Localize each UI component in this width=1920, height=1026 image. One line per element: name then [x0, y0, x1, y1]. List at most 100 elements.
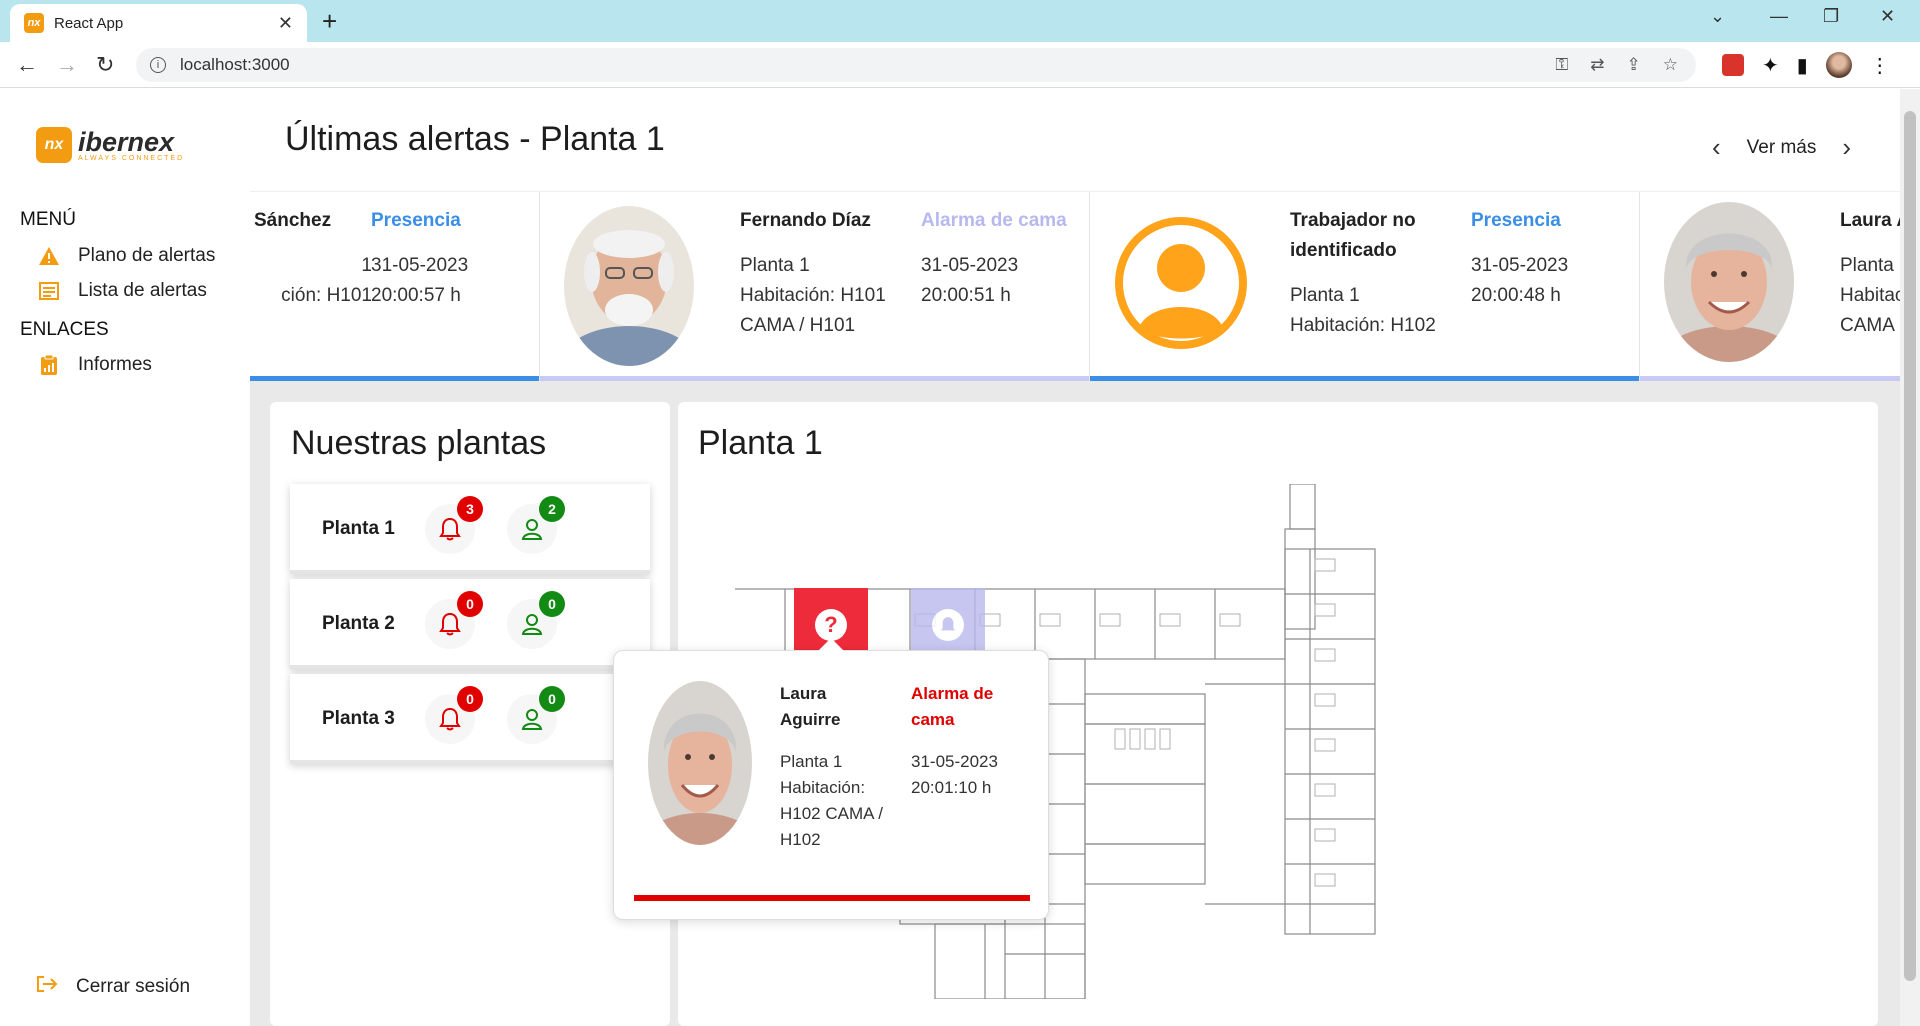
logo-word: ibernex: [78, 126, 175, 157]
key-icon[interactable]: ⚿: [1555, 55, 1568, 75]
floor-card-planta-3[interactable]: Planta 3 0 0: [290, 674, 650, 764]
alert-info: Planta 1 Habitación: H102: [1290, 285, 1436, 336]
alert-type: Presencia: [371, 210, 461, 231]
sidebar: nx ibernex ALWAYS CONNECTED MENÚ Plano d…: [0, 89, 250, 1026]
alert-info: Planta Habitac CAMA: [1840, 255, 1900, 336]
unknown-person-icon: [1114, 216, 1248, 350]
sidebar-item-label: Plano de alertas: [78, 245, 216, 266]
logout-icon: [36, 975, 58, 999]
floor-plan-title: Planta 1: [698, 424, 823, 462]
floor-name: Planta 2: [322, 613, 395, 634]
alert-count-badge: 0: [457, 686, 483, 712]
bell-icon: [932, 609, 964, 641]
popup-datetime: 31-05-2023 20:01:10 h: [911, 752, 998, 797]
people-count-badge: 0: [539, 686, 565, 712]
page-title: Últimas alertas - Planta 1: [285, 120, 665, 158]
chevron-left-icon[interactable]: ‹: [1712, 132, 1721, 163]
sidebar-item-plano-de-alertas[interactable]: Plano de alertas: [38, 245, 215, 267]
alert-datetime: 31-05-2023 20:00:51 h: [921, 255, 1019, 306]
floor-alerts-button[interactable]: 0: [425, 591, 483, 649]
logout-label: Cerrar sesión: [76, 976, 191, 997]
logo-tagline: ALWAYS CONNECTED: [78, 154, 185, 162]
bell-icon: [439, 612, 461, 636]
people-count-badge: 2: [539, 496, 565, 522]
report-icon: [38, 354, 60, 376]
page-scrollbar[interactable]: [1900, 89, 1920, 1026]
alert-card[interactable]: Sánchez Presencia 1 ción: H101 31-05-202…: [250, 192, 540, 381]
bell-icon: [439, 707, 461, 731]
floor-name: Planta 3: [322, 708, 395, 729]
alert-popup[interactable]: Laura Aguirre Alarma de cama Planta 1 Ha…: [613, 650, 1049, 920]
floor-name: Planta 1: [322, 518, 395, 539]
floor-card-planta-1[interactable]: Planta 1 3 2: [290, 484, 650, 574]
reload-icon[interactable]: ↻: [96, 52, 114, 78]
alert-person-name: Laura A: [1840, 210, 1900, 231]
chevron-right-icon[interactable]: ›: [1842, 132, 1851, 163]
person-icon: [521, 614, 543, 635]
browser-tab[interactable]: nx React App ✕: [10, 4, 307, 42]
popup-pointer: [818, 638, 844, 651]
alert-datetime: 31-05-2023 20:00:48 h: [1471, 255, 1569, 306]
logo-mark-icon: nx: [36, 127, 72, 163]
close-tab-icon[interactable]: ✕: [278, 13, 293, 34]
tab-title: React App: [54, 14, 124, 32]
alert-card[interactable]: Trabajador no identificado Presencia Pla…: [1090, 192, 1640, 381]
alert-type: Presencia: [1471, 210, 1561, 231]
sidebar-item-informes[interactable]: Informes: [38, 354, 152, 376]
forward-icon[interactable]: →: [56, 52, 78, 78]
person-icon: [521, 519, 543, 540]
popup-status-bar: [634, 895, 1030, 901]
alert-card[interactable]: Laura A Planta Habitac CAMA: [1640, 192, 1900, 381]
elderly-man-avatar: [564, 206, 694, 366]
alert-datetime: 31-05-2023 20:00:57 h: [371, 255, 469, 306]
extensions-area: ✦ ▮ ⋮: [1722, 52, 1890, 78]
floor-people-button[interactable]: 2: [507, 496, 565, 554]
new-tab-icon[interactable]: +: [322, 8, 337, 34]
floors-panel-title: Nuestras plantas: [291, 424, 547, 462]
extension-icon[interactable]: [1722, 54, 1744, 76]
browser-toolbar: ← → ↻ i localhost:3000 ⚿ ⇄ ⇪ ☆: [0, 42, 1920, 88]
popup-person-name: Laura Aguirre: [780, 684, 841, 729]
restore-icon[interactable]: ❐: [1823, 6, 1839, 27]
menu-heading: MENÚ: [20, 209, 76, 230]
site-info-icon[interactable]: i: [150, 57, 166, 73]
tab-search-icon[interactable]: ⌄: [1710, 6, 1725, 27]
alert-count-badge: 0: [457, 591, 483, 617]
floor-alerts-button[interactable]: 3: [425, 496, 483, 554]
see-more-link[interactable]: Ver más: [1747, 137, 1817, 159]
address-bar[interactable]: i localhost:3000 ⚿ ⇄ ⇪ ☆: [136, 48, 1696, 82]
back-icon[interactable]: ←: [16, 52, 38, 78]
logout-button[interactable]: Cerrar sesión: [36, 975, 190, 999]
bookmark-star-icon[interactable]: ☆: [1663, 55, 1678, 75]
sidebar-item-lista-de-alertas[interactable]: Lista de alertas: [38, 280, 207, 302]
alert-card[interactable]: Fernando Díaz Alarma de cama Planta 1 Ha…: [540, 192, 1090, 381]
profile-avatar[interactable]: [1825, 52, 1852, 78]
floor-people-button[interactable]: 0: [507, 686, 565, 744]
scrollbar-thumb[interactable]: [1904, 111, 1916, 981]
sidebar-item-label: Informes: [78, 354, 152, 375]
minimize-icon[interactable]: —: [1770, 6, 1788, 27]
floor-card-planta-2[interactable]: Planta 2 0 0: [290, 579, 650, 669]
elderly-woman-avatar: [1664, 202, 1794, 362]
puzzle-icon[interactable]: ✦: [1762, 53, 1779, 78]
person-icon: [521, 709, 543, 730]
popup-alert-type: Alarma de cama: [911, 684, 994, 729]
ibernex-logo[interactable]: nx ibernex ALWAYS CONNECTED: [36, 127, 184, 163]
list-icon: [38, 280, 60, 302]
alert-count-badge: 3: [457, 496, 483, 522]
share-icon[interactable]: ⇪: [1627, 55, 1641, 75]
popup-location: Planta 1 Habitación: H102 CAMA / H102: [780, 752, 883, 849]
alerts-pager: ‹ Ver más ›: [1712, 132, 1851, 163]
elderly-woman-avatar: [648, 681, 752, 845]
sidebar-item-label: Lista de alertas: [78, 280, 207, 301]
floor-people-button[interactable]: 0: [507, 591, 565, 649]
side-panel-icon[interactable]: ▮: [1797, 53, 1808, 78]
app-favicon-icon: nx: [24, 13, 44, 33]
warning-icon: [38, 245, 60, 267]
kebab-menu-icon[interactable]: ⋮: [1870, 53, 1890, 78]
bell-icon: [439, 517, 461, 541]
close-window-icon[interactable]: ✕: [1880, 6, 1895, 27]
question-icon: ?: [815, 609, 847, 641]
floor-alerts-button[interactable]: 0: [425, 686, 483, 744]
translate-icon[interactable]: ⇄: [1590, 55, 1604, 75]
